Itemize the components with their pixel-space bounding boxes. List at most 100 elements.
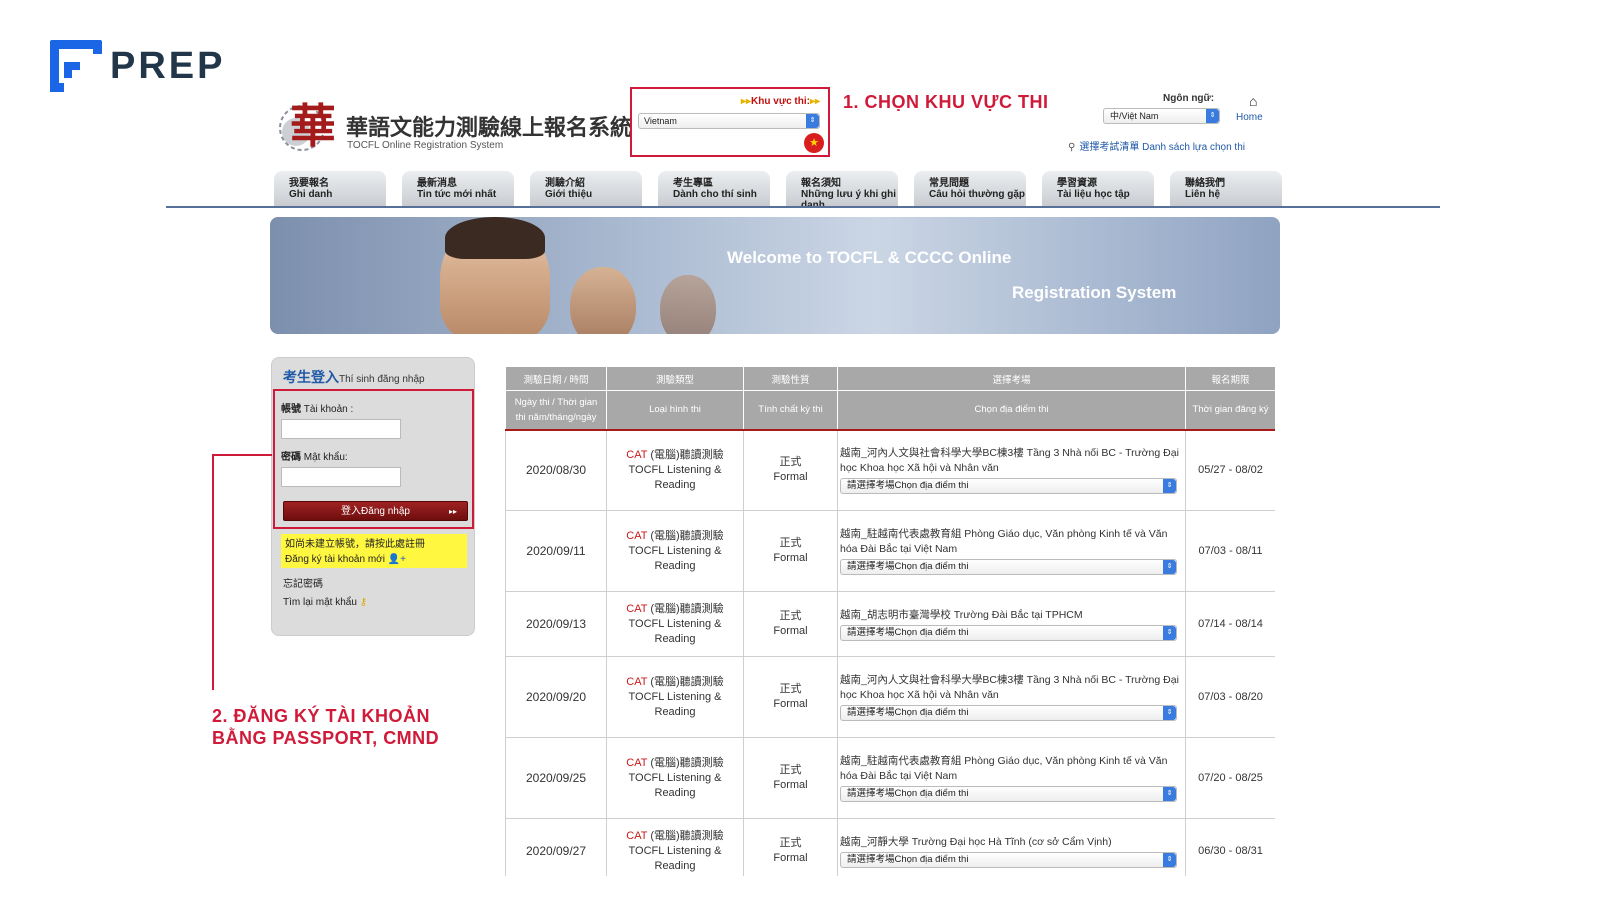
banner-photo: [570, 267, 636, 334]
location-select[interactable]: 請選擇考場Chọn địa điểm thi ⇕: [840, 705, 1177, 721]
language-select[interactable]: 中/Việt Nam ⇕: [1103, 108, 1220, 124]
location-select[interactable]: 請選擇考場Chọn địa điểm thi ⇕: [840, 851, 1177, 868]
exam-date: 2020/09/27: [505, 818, 607, 876]
header-period: 報名期限: [1185, 366, 1275, 391]
banner-subtitle: Registration System: [1012, 283, 1177, 302]
chevron-updown-icon: ⇕: [1163, 560, 1176, 574]
exam-type: CAT (電腦)聽讀測驗 TOCFL Listening & Reading: [606, 591, 744, 657]
region-selector-highlight: ▸▸Khu vực thi:▸▸ Vietnam ⇕ ★: [630, 87, 830, 157]
exam-location: 越南_河靜大學 Trường Đại học Hà Tĩnh (cơ sở Cẩ…: [837, 818, 1186, 876]
home-link[interactable]: Home: [1236, 112, 1263, 123]
chevron-updown-icon: ⇕: [1163, 479, 1176, 494]
exam-location: 越南_駐越南代表處教育組 Phòng Giáo dục, Văn phòng K…: [837, 737, 1186, 819]
vietnam-flag-icon: ★: [804, 133, 824, 153]
tab-register[interactable]: 我要報名 Ghi danh: [274, 171, 386, 206]
password-label: 密碼 Mật khẩu:: [281, 452, 348, 463]
step2-connector: [212, 454, 272, 456]
exam-location: 越南_駐越南代表處教育組 Phòng Giáo dục, Văn phòng K…: [837, 510, 1186, 592]
list-icon: ⚲: [1068, 142, 1076, 153]
exam-location: 越南_河內人文與社會科學大學BC棟3樓 Tầng 3 Nhà nối BC - …: [837, 429, 1186, 511]
location-select[interactable]: 請選擇考場Chọn địa điểm thi ⇕: [840, 786, 1177, 802]
login-title: 考生登入Thí sinh đăng nhập: [283, 369, 425, 385]
registration-period: 05/27 - 08/02: [1185, 429, 1275, 511]
tab-news[interactable]: 最新消息 Tin tức mới nhất: [402, 171, 514, 206]
location-select[interactable]: 請選擇考場Chọn địa điểm thi ⇕: [840, 624, 1177, 641]
exam-date: 2020/09/13: [505, 591, 607, 657]
exam-date: 2020/09/11: [505, 510, 607, 592]
exam-nature: 正式 Formal: [743, 510, 838, 592]
key-icon: ⚷: [359, 597, 368, 608]
login-button[interactable]: 登入Đăng nhập ▸▸: [283, 501, 468, 521]
step1-annotation: 1. CHỌN KHU VỰC THI: [843, 92, 1049, 112]
exam-nature: 正式 Formal: [743, 656, 838, 738]
site-subtitle: TOCFL Online Registration System: [347, 140, 504, 151]
table-row: 2020/09/25 CAT (電腦)聽讀測驗 TOCFL Listening &…: [505, 737, 1275, 819]
page: PREP 華 華語文能力測驗線上報名系統 TOCFL Online Regist…: [0, 0, 1600, 900]
table-row: 2020/08/30 CAT (電腦)聽讀測驗 TOCFL Listening &…: [505, 429, 1275, 511]
chevron-updown-icon: ⇕: [806, 114, 819, 128]
exam-date: 2020/09/20: [505, 656, 607, 738]
registration-period: 07/03 - 08/11: [1185, 510, 1275, 592]
registration-period: 07/14 - 08/14: [1185, 591, 1275, 657]
exam-type: CAT (電腦)聽讀測驗 TOCFL Listening & Reading: [606, 818, 744, 876]
password-input[interactable]: [281, 467, 401, 487]
location-select[interactable]: 請選擇考場Chọn địa điểm thi ⇕: [840, 478, 1177, 495]
chevron-updown-icon: ⇕: [1163, 625, 1176, 640]
prep-mark-icon: [50, 40, 102, 92]
banner-title: Welcome to TOCFL & CCCC Online: [727, 248, 1012, 267]
chevron-updown-icon: ⇕: [1163, 787, 1176, 801]
exam-location: 越南_胡志明市臺灣學校 Trường Đài Bắc tại TPHCM 請選擇考…: [837, 591, 1186, 657]
header-location: 選擇考場: [837, 366, 1186, 391]
header-nature-vi: Tính chất kỳ thi: [743, 390, 838, 430]
table-row: 2020/09/13 CAT (電腦)聽讀測驗 TOCFL Listening &…: [505, 591, 1275, 657]
exam-nature: 正式 Formal: [743, 591, 838, 657]
exam-date: 2020/09/25: [505, 737, 607, 819]
exam-location: 越南_河內人文與社會科學大學BC棟3樓 Tầng 3 Nhà nối BC - …: [837, 656, 1186, 738]
exam-type: CAT (電腦)聽讀測驗 TOCFL Listening & Reading: [606, 429, 744, 511]
tocfl-logo-icon: 華: [279, 99, 334, 153]
exam-type: CAT (電腦)聽讀測驗 TOCFL Listening & Reading: [606, 656, 744, 738]
header-date-vi: Ngày thi / Thời gian thi năm/tháng/ngày: [505, 390, 607, 430]
exam-date: 2020/08/30: [505, 429, 607, 511]
home-icon[interactable]: ⌂: [1249, 93, 1257, 109]
site-title: 華語文能力測驗線上報名系統: [346, 115, 633, 141]
header-type: 測驗類型: [606, 366, 744, 391]
region-select[interactable]: Vietnam ⇕: [638, 113, 820, 129]
add-user-icon: 👤+: [387, 554, 407, 565]
header-location-vi: Chọn địa điểm thi: [837, 390, 1186, 430]
account-input[interactable]: [281, 419, 401, 439]
location-select[interactable]: 請選擇考場Chọn địa điểm thi ⇕: [840, 559, 1177, 575]
language-label: Ngôn ngữ:: [1163, 93, 1215, 104]
table-row: 2020/09/11 CAT (電腦)聽讀測驗 TOCFL Listening &…: [505, 510, 1275, 592]
register-link[interactable]: 如尚未建立帳號，請按此處註冊 Đăng ký tài khoản mới 👤+: [281, 534, 467, 568]
table-row: 2020/09/27 CAT (電腦)聽讀測驗 TOCFL Listening &…: [505, 818, 1275, 876]
nav-divider: [166, 206, 1440, 208]
banner-photo: [445, 217, 545, 259]
banner-photo: [660, 275, 716, 334]
step2-annotation: 2. ĐĂNG KÝ TÀI KHOẢN BẰNG PASSPORT, CMND: [212, 706, 440, 748]
login-panel: 考生登入Thí sinh đăng nhập 帳號 Tài khoản : 密碼…: [271, 357, 475, 636]
table-row: 2020/09/20 CAT (電腦)聽讀測驗 TOCFL Listening &…: [505, 656, 1275, 738]
step2-connector: [212, 454, 214, 690]
tab-registration-notes[interactable]: 報名須知 Những lưu ý khi ghi danh: [786, 171, 898, 206]
login-form-highlight: 帳號 Tài khoản : 密碼 Mật khẩu: 登入Đăng nhập ▸…: [273, 389, 474, 529]
header-date: 測驗日期 / 時間: [505, 366, 607, 391]
registration-period: 07/20 - 08/25: [1185, 737, 1275, 819]
prep-logo: PREP: [50, 40, 225, 92]
tab-faq[interactable]: 常見問題 Câu hỏi thường gặp: [914, 171, 1026, 206]
forgot-password-link[interactable]: 忘記密碼 Tìm lại mật khẩu ⚷: [283, 576, 367, 612]
exam-type: CAT (電腦)聽讀測驗 TOCFL Listening & Reading: [606, 737, 744, 819]
main-nav: 我要報名 Ghi danh 最新消息 Tin tức mới nhất 測驗介紹 Gi…: [274, 171, 1282, 206]
double-arrow-icon: ▸▸: [448, 507, 457, 516]
tab-resources[interactable]: 學習資源 Tài liệu học tập: [1042, 171, 1154, 206]
exam-list-link[interactable]: ⚲ 選擇考試清單 Danh sách lựa chọn thi: [1068, 138, 1245, 153]
tab-candidates[interactable]: 考生專區 Dành cho thí sinh: [658, 171, 770, 206]
exam-nature: 正式 Formal: [743, 818, 838, 876]
exam-type: CAT (電腦)聽讀測驗 TOCFL Listening & Reading: [606, 510, 744, 592]
exam-nature: 正式 Formal: [743, 737, 838, 819]
tab-contact[interactable]: 聯絡我們 Liên hệ: [1170, 171, 1282, 206]
registration-period: 06/30 - 08/31: [1185, 818, 1275, 876]
welcome-banner: Welcome to TOCFL & CCCC Online Registrat…: [270, 217, 1280, 334]
region-label: ▸▸Khu vực thi:▸▸: [741, 96, 820, 107]
tab-introduction[interactable]: 測驗介紹 Giới thiệu: [530, 171, 642, 206]
